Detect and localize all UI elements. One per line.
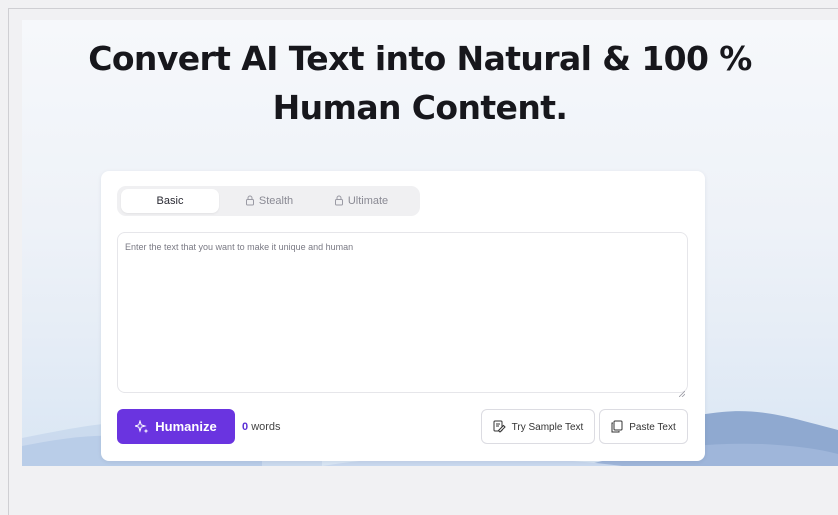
word-count: 0 words — [242, 421, 281, 433]
headline-line-2: Human Content. — [272, 88, 568, 127]
paste-text-button[interactable]: Paste Text — [599, 409, 688, 444]
tab-basic-label: Basic — [156, 195, 184, 207]
word-count-value: 0 — [242, 421, 249, 433]
word-count-suffix: words — [251, 421, 281, 433]
tab-ultimate[interactable]: Ultimate — [323, 189, 399, 213]
humanize-label: Humanize — [155, 419, 217, 434]
tab-basic[interactable]: Basic — [121, 189, 219, 213]
tab-stealth-label: Stealth — [258, 195, 294, 207]
try-sample-text-label: Try Sample Text — [511, 422, 584, 433]
mode-tabs: Basic Stealth Ultimate — [117, 186, 420, 216]
text-input[interactable] — [117, 232, 688, 393]
humanizer-card: Basic Stealth Ultimate Humanize 0 words … — [101, 171, 705, 461]
try-sample-text-button[interactable]: Try Sample Text — [481, 409, 595, 444]
humanize-button[interactable]: Humanize — [117, 409, 235, 444]
lock-icon — [245, 191, 255, 215]
sample-text-icon — [493, 413, 506, 448]
lock-icon — [334, 191, 344, 215]
headline-line-1: Convert AI Text into Natural & 100 % — [88, 39, 752, 78]
paste-icon — [611, 413, 623, 448]
paste-text-label: Paste Text — [629, 422, 676, 433]
tab-ultimate-label: Ultimate — [347, 195, 389, 207]
tab-stealth[interactable]: Stealth — [235, 189, 303, 213]
sparkle-icon — [133, 412, 149, 447]
resize-grip-icon[interactable] — [678, 384, 686, 402]
page-title: Convert AI Text into Natural & 100 % Hum… — [22, 34, 818, 132]
